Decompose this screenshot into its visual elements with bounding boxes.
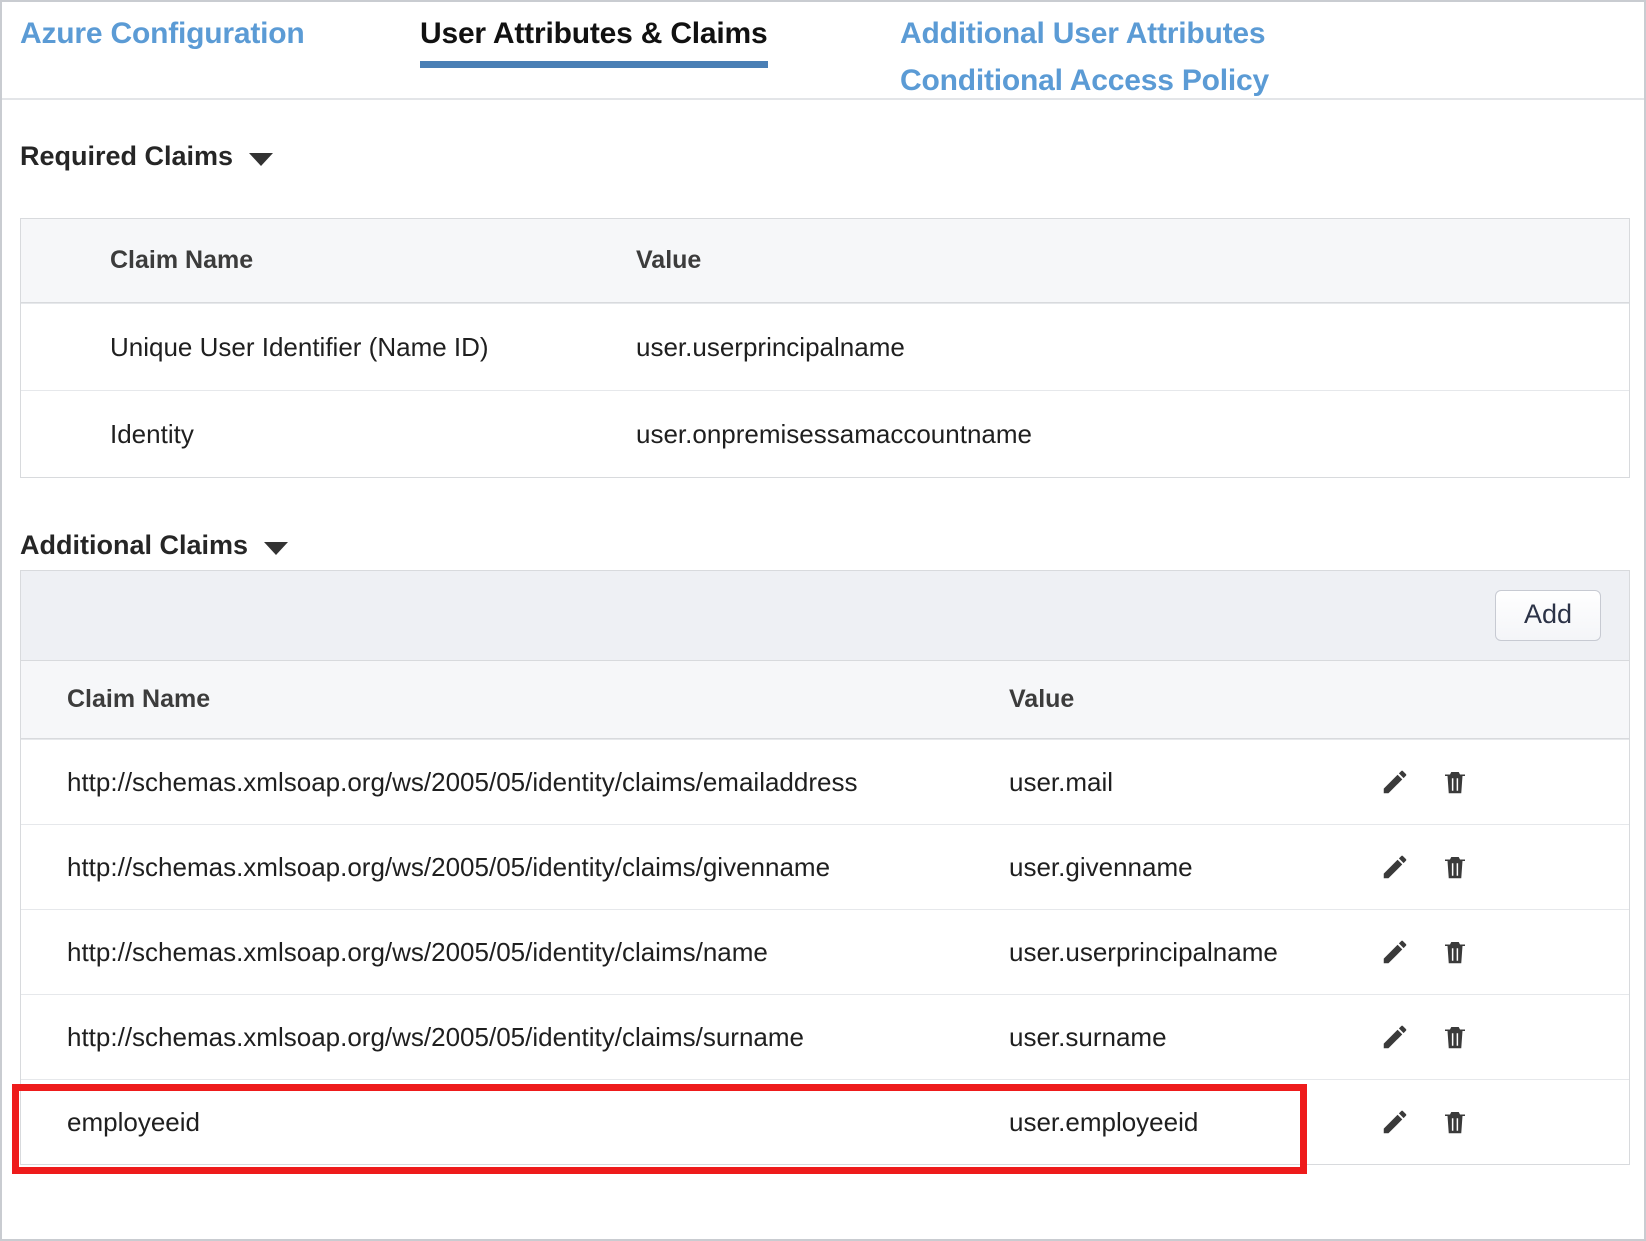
table-row-employeeid: employeeid user.employeeid: [21, 1079, 1629, 1164]
tab-active-underline: [420, 61, 768, 68]
table-row: http://schemas.xmlsoap.org/ws/2005/05/id…: [21, 739, 1629, 824]
delete-icon[interactable]: [1438, 850, 1472, 884]
claim-value: user.userprincipalname: [981, 937, 1356, 968]
column-header-value: Value: [616, 246, 1629, 275]
claim-value: user.onpremisessamaccountname: [616, 419, 1629, 450]
table-row: Unique User Identifier (Name ID) user.us…: [21, 303, 1629, 390]
claim-value: user.employeeid: [981, 1107, 1356, 1138]
table-row: Identity user.onpremisessamaccountname: [21, 390, 1629, 477]
row-actions: [1356, 1105, 1629, 1139]
delete-icon[interactable]: [1438, 1020, 1472, 1054]
claim-value: user.mail: [981, 767, 1356, 798]
tab-bar: Azure Configuration User Attributes & Cl…: [2, 2, 1644, 100]
chevron-down-icon[interactable]: [264, 542, 288, 555]
required-claims-table: Claim Name Value Unique User Identifier …: [20, 218, 1630, 478]
edit-icon[interactable]: [1378, 935, 1412, 969]
table-row: http://schemas.xmlsoap.org/ws/2005/05/id…: [21, 994, 1629, 1079]
claim-name: Identity: [21, 419, 616, 450]
row-actions: [1356, 765, 1629, 799]
add-claim-button[interactable]: Add: [1495, 590, 1601, 641]
claim-name: Unique User Identifier (Name ID): [21, 332, 616, 363]
column-header-claim-name: Claim Name: [21, 246, 616, 275]
delete-icon[interactable]: [1438, 1105, 1472, 1139]
tab-extra-label-line1: Additional User Attributes: [900, 17, 1265, 50]
edit-icon[interactable]: [1378, 765, 1412, 799]
table-row: http://schemas.xmlsoap.org/ws/2005/05/id…: [21, 909, 1629, 994]
row-actions: [1356, 935, 1629, 969]
claim-name: employeeid: [21, 1107, 981, 1138]
claim-value: user.userprincipalname: [616, 332, 1629, 363]
tab-user-attributes-claims[interactable]: User Attributes & Claims: [420, 10, 768, 74]
required-claims-table-header: Claim Name Value: [21, 219, 1629, 303]
row-actions: [1356, 1020, 1629, 1054]
claim-value: user.givenname: [981, 852, 1356, 883]
tab-additional-user-attributes-conditional-access-policy[interactable]: Additional User Attributes Conditional A…: [900, 10, 1269, 104]
edit-icon[interactable]: [1378, 850, 1412, 884]
delete-icon[interactable]: [1438, 935, 1472, 969]
edit-icon[interactable]: [1378, 1105, 1412, 1139]
tab-user-attributes-claims-label: User Attributes & Claims: [420, 17, 768, 50]
user-attributes-claims-panel: Azure Configuration User Attributes & Cl…: [0, 0, 1646, 1241]
chevron-down-icon[interactable]: [249, 153, 273, 166]
claim-name: http://schemas.xmlsoap.org/ws/2005/05/id…: [21, 767, 981, 798]
additional-claims-toolbar: Add: [21, 571, 1629, 661]
column-header-value: Value: [981, 685, 1356, 714]
edit-icon[interactable]: [1378, 1020, 1412, 1054]
delete-icon[interactable]: [1438, 765, 1472, 799]
tab-extra-label-line2: Conditional Access Policy: [900, 57, 1269, 104]
claim-value: user.surname: [981, 1022, 1356, 1053]
additional-claims-heading: Additional Claims: [20, 530, 288, 561]
required-claims-heading: Required Claims: [20, 141, 273, 172]
additional-claims-table-header: Claim Name Value: [21, 661, 1629, 739]
row-actions: [1356, 850, 1629, 884]
claim-name: http://schemas.xmlsoap.org/ws/2005/05/id…: [21, 852, 981, 883]
additional-claims-heading-label: Additional Claims: [20, 530, 248, 561]
claim-name: http://schemas.xmlsoap.org/ws/2005/05/id…: [21, 1022, 981, 1053]
additional-claims-table: Add Claim Name Value http://schemas.xmls…: [20, 570, 1630, 1165]
required-claims-heading-label: Required Claims: [20, 141, 233, 172]
claim-name: http://schemas.xmlsoap.org/ws/2005/05/id…: [21, 937, 981, 968]
table-row: http://schemas.xmlsoap.org/ws/2005/05/id…: [21, 824, 1629, 909]
column-header-claim-name: Claim Name: [21, 685, 981, 714]
tab-azure-configuration[interactable]: Azure Configuration: [20, 10, 305, 57]
